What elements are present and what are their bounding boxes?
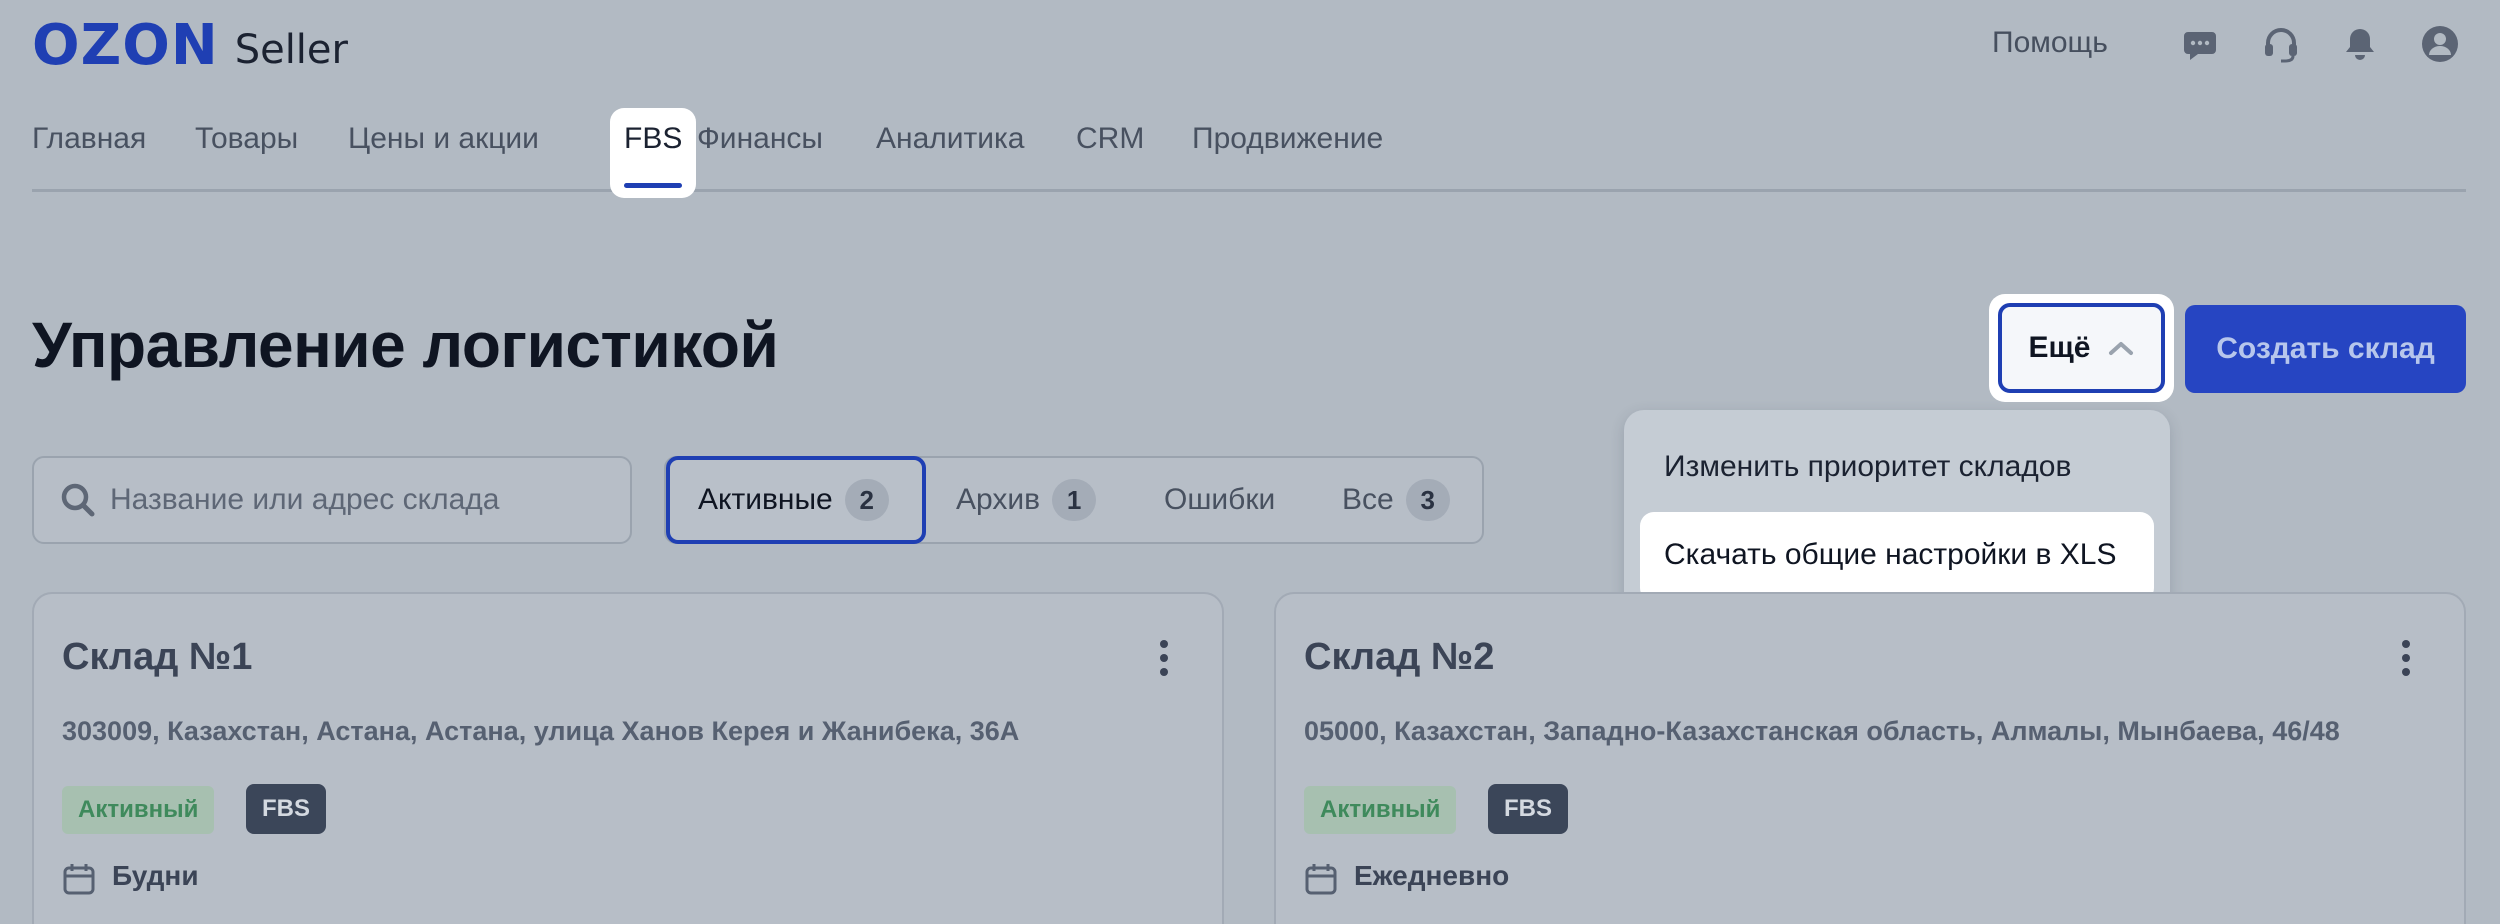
status-filter-tabs: Активные 2 Архив 1 Ошибки Все 3: [664, 456, 1484, 544]
menu-item-download-xls-label: Скачать общие настройки в XLS: [1664, 538, 2117, 571]
tab-active[interactable]: Активные 2: [666, 456, 926, 544]
more-button-label: Ещё: [2028, 331, 2091, 364]
nav-item-analytics[interactable]: Аналитика: [876, 122, 1025, 156]
warehouse-address: 05000, Казахстан, Западно-Казахстанская …: [1304, 716, 2340, 746]
bell-icon[interactable]: [2340, 24, 2380, 64]
warehouse-address: 303009, Казахстан, Астана, Астана, улица…: [62, 716, 1020, 746]
status-badge: Активный: [62, 786, 215, 834]
user-account-icon[interactable]: [2420, 24, 2460, 64]
calendar-icon: [1305, 864, 1337, 895]
nav-item-fbs-label: FBS: [624, 122, 683, 155]
menu-item-change-priority[interactable]: Изменить приоритет складов: [1664, 450, 2071, 484]
tab-active-count: 2: [844, 479, 889, 521]
warehouse-schedule: Ежедневно: [1354, 860, 1510, 891]
status-badge: Активный: [1304, 786, 1457, 834]
help-link[interactable]: Помощь: [1992, 26, 2108, 60]
warehouse-title: Склад №2: [1304, 636, 1495, 678]
nav-item-crm[interactable]: CRM: [1076, 122, 1144, 156]
chat-icon[interactable]: [2180, 24, 2220, 64]
tab-errors[interactable]: Ошибки: [1164, 458, 1275, 542]
more-button[interactable]: Ещё: [1998, 303, 2165, 393]
nav-item-fbs[interactable]: FBS: [610, 108, 696, 198]
type-badge: FBS: [246, 784, 326, 834]
nav-active-underline: [624, 183, 682, 188]
support-headset-icon[interactable]: [2261, 24, 2301, 64]
chevron-up-icon: [2108, 342, 2133, 355]
warehouse-search: [32, 456, 632, 544]
nav-item-finance[interactable]: Финансы: [697, 122, 823, 156]
tab-archive[interactable]: Архив 1: [956, 458, 1097, 542]
warehouse-schedule: Будни: [112, 860, 199, 891]
nav-item-promotion[interactable]: Продвижение: [1192, 122, 1383, 156]
calendar-icon: [63, 864, 95, 895]
tab-archive-count: 1: [1052, 479, 1097, 521]
logo-product: Seller: [234, 27, 348, 73]
more-dropdown-menu: Изменить приоритет складов Скачать общие…: [1624, 410, 2170, 616]
tab-all-label: Все: [1342, 483, 1394, 516]
main-nav: Главная Товары Цены и акции FBS Финансы …: [32, 108, 2466, 198]
search-icon: [61, 483, 95, 517]
tab-archive-label: Архив: [956, 483, 1041, 516]
ozon-seller-logo[interactable]: OZON Seller: [32, 18, 348, 74]
warehouse-card[interactable]: Склад №1 303009, Казахстан, Астана, Аста…: [32, 592, 1224, 924]
tab-errors-label: Ошибки: [1164, 483, 1276, 516]
search-input[interactable]: [110, 458, 620, 542]
menu-item-download-xls[interactable]: Скачать общие настройки в XLS: [1640, 512, 2154, 602]
nav-item-prices[interactable]: Цены и акции: [348, 122, 539, 156]
kebab-menu-icon[interactable]: [1158, 638, 1170, 678]
type-badge: FBS: [1488, 784, 1568, 834]
create-warehouse-label: Создать склад: [2216, 332, 2435, 365]
tab-all[interactable]: Все 3: [1342, 458, 1450, 542]
warehouse-title: Склад №1: [62, 636, 253, 678]
create-warehouse-button[interactable]: Создать склад: [2185, 305, 2466, 393]
nav-item-products[interactable]: Товары: [195, 122, 298, 156]
nav-item-home[interactable]: Главная: [32, 122, 146, 156]
tab-active-label: Активные: [698, 483, 833, 516]
logo-brand: OZON: [32, 13, 219, 78]
warehouse-card[interactable]: Склад №2 05000, Казахстан, Западно-Казах…: [1274, 592, 2466, 924]
page-title: Управление логистикой: [32, 309, 779, 381]
tab-all-count: 3: [1405, 479, 1450, 521]
kebab-menu-icon[interactable]: [2400, 638, 2412, 678]
more-button-highlight: Ещё: [1989, 294, 2174, 402]
